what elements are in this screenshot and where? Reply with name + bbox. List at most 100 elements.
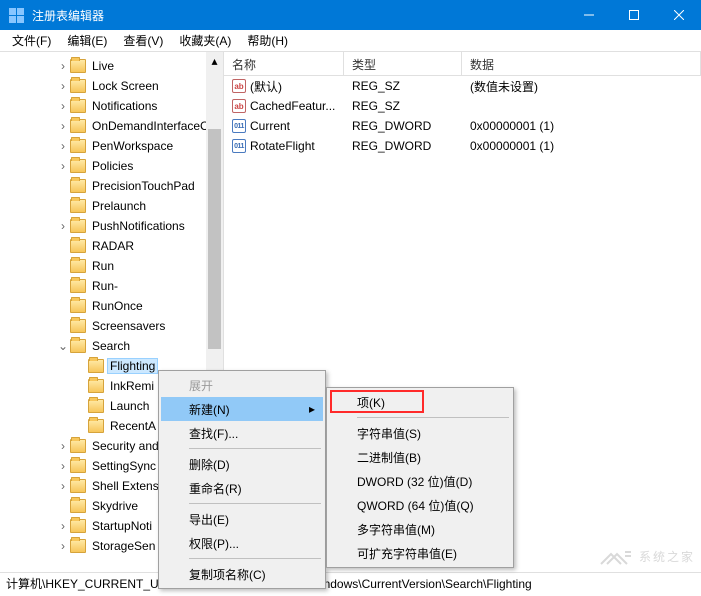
tree-item[interactable]: › OnDemandInterfaceC xyxy=(0,116,223,136)
tree-item[interactable]: › Live xyxy=(0,56,223,76)
list-row[interactable]: (默认)REG_SZ(数值未设置) xyxy=(224,76,701,96)
folder-icon xyxy=(88,419,104,433)
dword-value-icon xyxy=(232,139,246,153)
folder-icon xyxy=(70,79,86,93)
tree-item-label: RecentA xyxy=(108,419,158,433)
tree-item-label: PenWorkspace xyxy=(90,139,175,153)
tree-item-label: Policies xyxy=(90,159,135,173)
maximize-button[interactable] xyxy=(611,0,656,30)
chevron-right-icon[interactable]: › xyxy=(56,119,70,133)
tree-item-label: SettingSync xyxy=(90,459,158,473)
value-type: REG_DWORD xyxy=(344,139,462,153)
tree-item[interactable]: › Policies xyxy=(0,156,223,176)
list-row[interactable]: CurrentREG_DWORD0x00000001 (1) xyxy=(224,116,701,136)
value-data: 0x00000001 (1) xyxy=(462,119,701,133)
dword-value-icon xyxy=(232,119,246,133)
folder-icon xyxy=(70,299,86,313)
chevron-right-icon[interactable]: › xyxy=(56,539,70,553)
menu-edit[interactable]: 编辑(E) xyxy=(59,30,115,51)
menu-view[interactable]: 查看(V) xyxy=(115,30,171,51)
chevron-right-icon[interactable]: › xyxy=(56,479,70,493)
tree-item-label: Security and xyxy=(90,439,161,453)
ctx-new-dword[interactable]: DWORD (32 位)值(D) xyxy=(329,469,511,493)
chevron-right-icon[interactable]: › xyxy=(56,139,70,153)
folder-icon xyxy=(70,339,86,353)
ctx-export[interactable]: 导出(E) xyxy=(161,507,323,531)
tree-item-label: Run xyxy=(90,259,116,273)
folder-icon xyxy=(88,399,104,413)
scroll-thumb[interactable] xyxy=(208,129,221,349)
folder-icon xyxy=(70,99,86,113)
scroll-up-button[interactable]: ▴ xyxy=(206,52,223,69)
menu-file[interactable]: 文件(F) xyxy=(4,30,59,51)
tree-item[interactable]: › PenWorkspace xyxy=(0,136,223,156)
folder-icon xyxy=(70,319,86,333)
chevron-right-icon[interactable]: › xyxy=(56,79,70,93)
value-name: Current xyxy=(250,119,290,133)
ctx-new-expand[interactable]: 可扩充字符串值(E) xyxy=(329,541,511,565)
tree-item[interactable]: ›Lock Screen xyxy=(0,76,223,96)
value-data: 0x00000001 (1) xyxy=(462,139,701,153)
ctx-new-multi[interactable]: 多字符串值(M) xyxy=(329,517,511,541)
ctx-new-string[interactable]: 字符串值(S) xyxy=(329,421,511,445)
tree-item-label: Shell Extens xyxy=(90,479,161,493)
col-type[interactable]: 类型 xyxy=(344,52,462,75)
ctx-new-qword[interactable]: QWORD (64 位)值(Q) xyxy=(329,493,511,517)
tree-item[interactable]: ⌄ Search xyxy=(0,336,223,356)
tree-item[interactable]: PrecisionTouchPad xyxy=(0,176,223,196)
tree-item-label: Skydrive xyxy=(90,499,140,513)
chevron-right-icon[interactable]: › xyxy=(56,99,70,113)
folder-icon xyxy=(70,539,86,553)
chevron-right-icon[interactable]: › xyxy=(56,519,70,533)
list-body: (默认)REG_SZ(数值未设置)CachedFeatur...REG_SZCu… xyxy=(224,76,701,156)
ctx-delete[interactable]: 删除(D) xyxy=(161,452,323,476)
chevron-right-icon[interactable]: › xyxy=(56,59,70,73)
ctx-rename[interactable]: 重命名(R) xyxy=(161,476,323,500)
submenu-arrow-icon: ▸ xyxy=(309,402,315,416)
chevron-right-icon[interactable]: › xyxy=(56,439,70,453)
tree-item[interactable]: RADAR xyxy=(0,236,223,256)
folder-icon xyxy=(88,379,104,393)
titlebar: 注册表编辑器 xyxy=(0,0,701,30)
menu-help[interactable]: 帮助(H) xyxy=(239,30,296,51)
chevron-right-icon[interactable]: › xyxy=(56,459,70,473)
minimize-button[interactable] xyxy=(566,0,611,30)
tree-item[interactable]: Run xyxy=(0,256,223,276)
tree-item[interactable]: RunOnce xyxy=(0,296,223,316)
value-name: RotateFlight xyxy=(250,139,315,153)
col-name[interactable]: 名称 xyxy=(224,52,344,75)
ctx-permissions[interactable]: 权限(P)... xyxy=(161,531,323,555)
list-row[interactable]: CachedFeatur...REG_SZ xyxy=(224,96,701,116)
tree-item-label: Live xyxy=(90,59,116,73)
tree-item[interactable]: Screensavers xyxy=(0,316,223,336)
menu-favorites[interactable]: 收藏夹(A) xyxy=(171,30,239,51)
ctx-new[interactable]: 新建(N)▸ xyxy=(161,397,323,421)
tree-item[interactable]: › PushNotifications xyxy=(0,216,223,236)
folder-icon xyxy=(70,479,86,493)
ctx-expand[interactable]: 展开 xyxy=(161,373,323,397)
folder-icon xyxy=(70,139,86,153)
folder-icon xyxy=(70,259,86,273)
ctx-new-binary[interactable]: 二进制值(B) xyxy=(329,445,511,469)
col-data[interactable]: 数据 xyxy=(462,52,701,75)
ctx-copy-key-name[interactable]: 复制项名称(C) xyxy=(161,562,323,586)
tree-item-label: PushNotifications xyxy=(90,219,187,233)
separator xyxy=(357,417,509,418)
tree-item-label: OnDemandInterfaceC xyxy=(90,119,211,133)
tree-item[interactable]: ›Notifications xyxy=(0,96,223,116)
tree-item-label: Flighting xyxy=(108,359,157,373)
tree-item[interactable]: Prelaunch xyxy=(0,196,223,216)
context-menu-key: 展开 新建(N)▸ 查找(F)... 删除(D) 重命名(R) 导出(E) 权限… xyxy=(158,370,326,589)
chevron-right-icon[interactable]: › xyxy=(56,219,70,233)
list-row[interactable]: RotateFlight REG_DWORD0x00000001 (1) xyxy=(224,136,701,156)
folder-icon xyxy=(70,219,86,233)
chevron-right-icon[interactable]: › xyxy=(56,159,70,173)
ctx-find[interactable]: 查找(F)... xyxy=(161,421,323,445)
tree-item[interactable]: Run- xyxy=(0,276,223,296)
chevron-down-icon[interactable]: ⌄ xyxy=(56,339,70,353)
folder-icon xyxy=(70,519,86,533)
folder-icon xyxy=(70,279,86,293)
tree-item-label: Search xyxy=(90,339,132,353)
close-button[interactable] xyxy=(656,0,701,30)
ctx-new-key[interactable]: 项(K) xyxy=(329,390,511,414)
